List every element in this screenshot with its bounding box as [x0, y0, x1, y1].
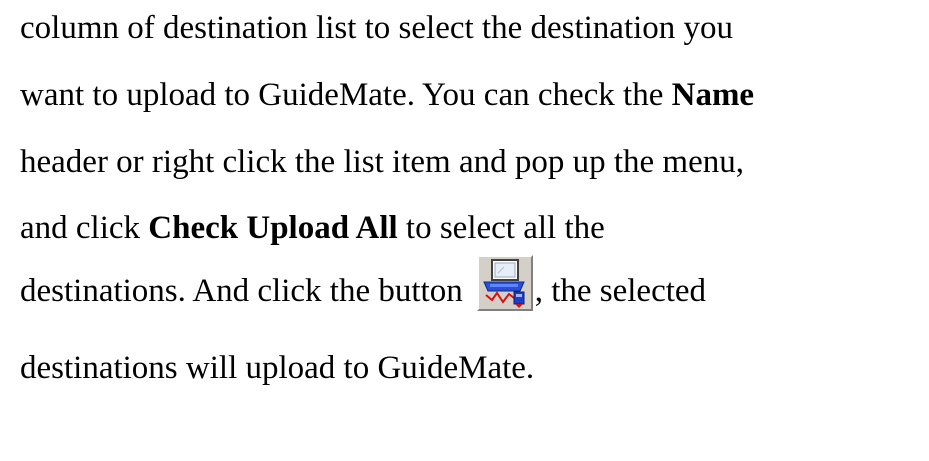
text: to select all the	[397, 210, 605, 246]
text-line: destinations will upload to GuideMate.	[20, 348, 534, 388]
text: column of destination list to select the…	[20, 10, 734, 46]
text-line: and click Check Upload All to select all…	[20, 208, 605, 248]
text: and click	[20, 210, 149, 246]
text-line: column of destination list to select the…	[20, 8, 733, 48]
text: destinations. And click the button	[20, 273, 463, 309]
text-line: header or right click the list item and …	[20, 142, 744, 182]
text-line: want to upload to GuideMate. You can che…	[20, 75, 754, 115]
text: header or right click the list item and …	[20, 144, 744, 180]
text: destinations will upload to GuideMate.	[20, 350, 535, 386]
upload-button[interactable]	[476, 255, 533, 311]
name-header-term: Name	[671, 77, 755, 113]
text: want to upload to GuideMate. You can che…	[20, 77, 672, 113]
check-upload-all-term: Check Upload All	[148, 210, 398, 246]
upload-to-device-icon	[479, 258, 530, 308]
text-line: destinations. And click the button , the…	[20, 255, 706, 311]
text: , the selected	[534, 273, 707, 309]
